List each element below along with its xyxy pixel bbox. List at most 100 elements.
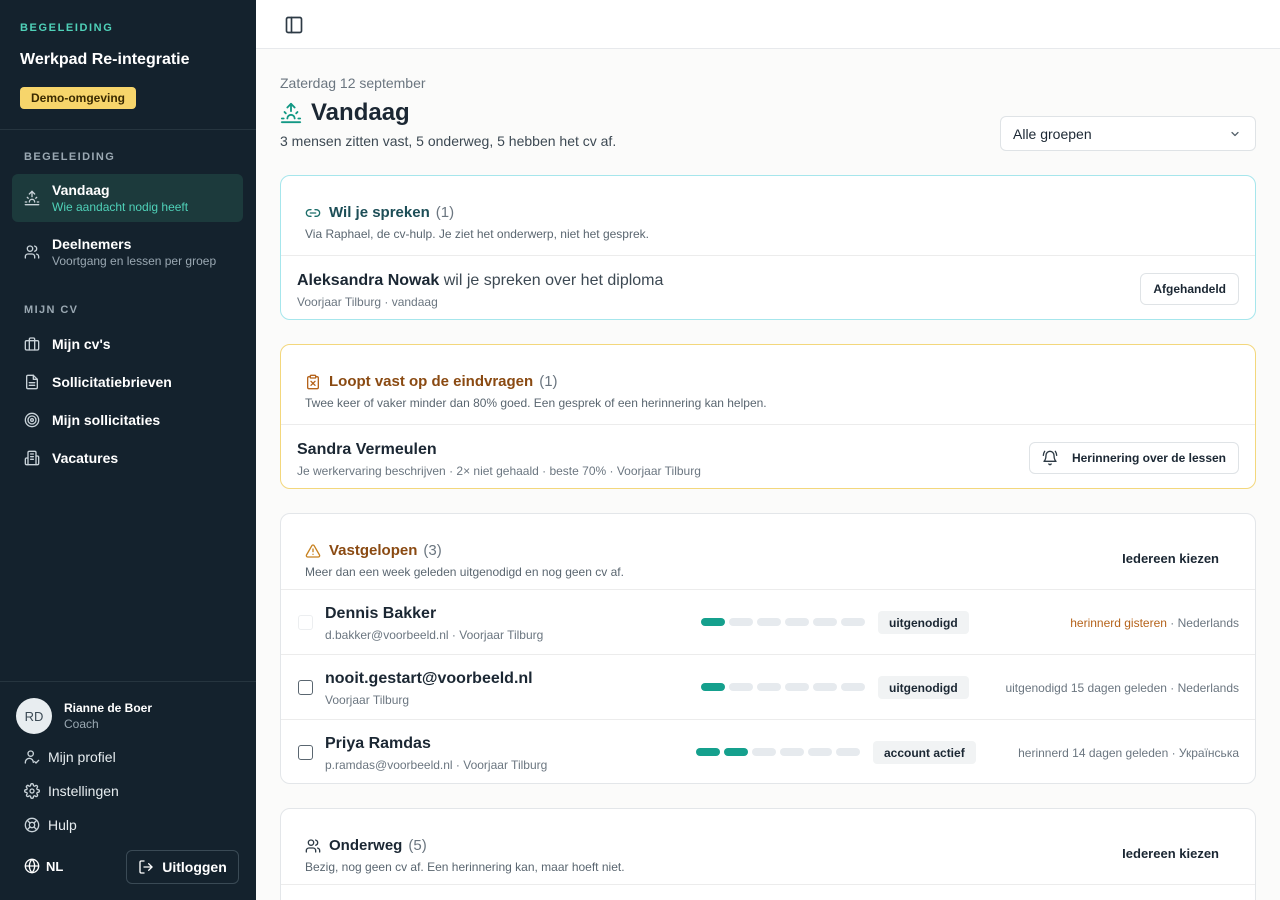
status-badge: uitgenodigd [878, 676, 969, 699]
card-stuck-on-final-questions: Loopt vast op de eindvragen (1) Twee kee… [280, 344, 1256, 489]
row-status: herinnerd gisteren · Nederlands [1070, 616, 1239, 630]
table-row[interactable]: Priya Ramdas p.ramdas@voorbeeld.nl · Voo… [281, 719, 1255, 783]
table-row[interactable]: Dennis Bakker d.bakker@voorbeeld.nl · Vo… [281, 589, 1255, 654]
target-icon [24, 412, 40, 428]
sidebar-item-vacatures[interactable]: Vacatures [12, 444, 243, 472]
card-underway: Onderweg (5) Bezig, nog geen cv af. Een … [280, 808, 1256, 900]
sidebar-item-mijn-cvs[interactable]: Mijn cv's [12, 330, 243, 358]
select-all-button[interactable]: Iedereen kiezen [1122, 846, 1219, 861]
logout-icon [139, 860, 153, 874]
card-title-text: Onderweg [329, 837, 403, 854]
profile-link[interactable]: Mijn profiel [24, 749, 116, 765]
sidebar-item-label: Mijn sollicitaties [52, 412, 161, 428]
card-description: Bezig, nog geen cv af. Een herinnering k… [305, 860, 625, 874]
group-filter-value: Alle groepen [1013, 125, 1092, 142]
list-item: Aleksandra Nowak wil je spreken over het… [281, 255, 1255, 319]
language-status: · Nederlands [1166, 616, 1239, 630]
user-icon [24, 750, 40, 764]
language-switcher[interactable]: NL [24, 858, 63, 874]
progress-segment [808, 748, 832, 756]
request-topic: wil je spreken over het diploma [439, 272, 664, 289]
topbar [256, 0, 1280, 49]
progress-segment [813, 683, 837, 691]
sidebar-item-label: Vacatures [52, 450, 119, 466]
sidebar-item-sublabel: Wie aandacht nodig heeft [52, 200, 189, 214]
card-header: Loopt vast op de eindvragen (1) Twee kee… [281, 345, 1255, 424]
group-filter-select[interactable]: Alle groepen [1000, 116, 1256, 151]
card-description: Meer dan een week geleden uitgenodigd en… [305, 565, 624, 579]
mark-handled-button[interactable]: Afgehandeld [1140, 272, 1239, 305]
row-checkbox[interactable] [298, 745, 313, 760]
card-count: (5) [408, 837, 427, 854]
row-checkbox[interactable] [298, 680, 313, 695]
card-description: Via Raphael, de cv-hulp. Je ziet het ond… [305, 227, 649, 241]
participant-meta: d.bakker@voorbeeld.nl · Voorjaar Tilburg [325, 628, 544, 642]
language-label: NL [46, 858, 64, 874]
sidebar-item-deelnemers[interactable]: Deelnemers Voortgang en lessen per groep [12, 228, 243, 276]
progress-segment [757, 618, 781, 626]
section-label-begeleiding: BEGELEIDING [24, 151, 116, 163]
help-label: Hulp [48, 817, 77, 833]
link-icon [305, 208, 321, 217]
row-checkbox[interactable] [298, 615, 313, 630]
sidebar-item-mijn-sollicitaties[interactable]: Mijn sollicitaties [12, 406, 243, 434]
sunrise-icon [24, 190, 40, 206]
progress-segment [780, 748, 804, 756]
warning-icon [305, 543, 321, 558]
section-label-mijn-cv: MIJN CV [24, 304, 79, 316]
reminder-status: herinnerd 14 dagen geleden · Українська [1018, 746, 1239, 760]
users-icon [305, 838, 321, 853]
sidebar-divider [0, 681, 256, 682]
brand-eyebrow: BEGELEIDING [20, 22, 114, 34]
building-icon [24, 450, 40, 466]
user-name: Rianne de Boer [64, 701, 153, 715]
select-all-button[interactable]: Iedereen kiezen [1122, 551, 1219, 566]
table-row[interactable]: nooit.gestart@voorbeeld.nl Voorjaar Tilb… [281, 654, 1255, 719]
card-title-text: Loopt vast op de eindvragen [329, 373, 534, 390]
participant-meta: Voorjaar Tilburg [325, 693, 410, 707]
card-title-text: Wil je spreken [329, 204, 430, 221]
main-content: Zaterdag 12 september Vandaag 3 mensen z… [256, 49, 1280, 900]
bell-icon [1042, 450, 1058, 465]
participant-name-text: Aleksandra Nowak [297, 272, 440, 289]
users-icon [24, 244, 40, 260]
progress-segment [757, 683, 781, 691]
document-icon [24, 374, 40, 390]
progress-segment [729, 618, 753, 626]
status-badge: uitgenodigd [878, 611, 969, 634]
progress-segment [785, 683, 809, 691]
card-wants-to-talk: Wil je spreken (1) Via Raphael, de cv-hu… [280, 175, 1256, 320]
reminder-status: herinnerd gisteren [1070, 616, 1167, 630]
env-badge: Demo-omgeving [20, 87, 137, 109]
participant-meta: Voorjaar Tilburg · vandaag [297, 295, 438, 309]
settings-link[interactable]: Instellingen [24, 783, 119, 799]
avatar: RD [16, 698, 52, 734]
sidebar-toggle-button[interactable] [284, 15, 304, 35]
progress-segment [752, 748, 776, 756]
participant-meta: p.ramdas@voorbeeld.nl · Voorjaar Tilburg [325, 758, 548, 772]
page-summary: 3 mensen zitten vast, 5 onderweg, 5 hebb… [280, 133, 617, 149]
user-block: RD Rianne de Boer Coach [16, 698, 152, 734]
progress-segment [841, 683, 865, 691]
panel-left-icon [285, 16, 303, 34]
progress-segment [701, 618, 725, 626]
lesson-reminder-button[interactable]: Herinnering over de lessen [1028, 441, 1239, 474]
sidebar-item-label: Mijn cv's [52, 336, 111, 352]
card-title: Wil je spreken (1) [305, 204, 1231, 221]
logout-button[interactable]: Uitloggen [126, 850, 239, 884]
clipboard-x-icon [307, 374, 319, 389]
user-role: Coach [64, 717, 99, 731]
invite-status: uitgenodigd 15 dagen geleden · Nederland… [1005, 681, 1239, 695]
progress-bar [696, 748, 860, 756]
progress-segment [785, 618, 809, 626]
card-title: Vastgelopen (3) [305, 542, 1231, 559]
help-link[interactable]: Hulp [24, 817, 77, 833]
sidebar-item-sollicitatiebrieven[interactable]: Sollicitatiebrieven [12, 368, 243, 396]
card-header: Onderweg (5) Bezig, nog geen cv af. Een … [281, 809, 1255, 884]
sidebar-item-vandaag[interactable]: Vandaag Wie aandacht nodig heeft [12, 174, 243, 222]
page-title: Vandaag [280, 99, 410, 127]
card-stuck: Vastgelopen (3) Meer dan een week gelede… [280, 513, 1256, 784]
progress-segment [696, 748, 720, 756]
sidebar-divider [0, 129, 256, 130]
mark-handled-label: Afgehandeld [1153, 281, 1226, 296]
